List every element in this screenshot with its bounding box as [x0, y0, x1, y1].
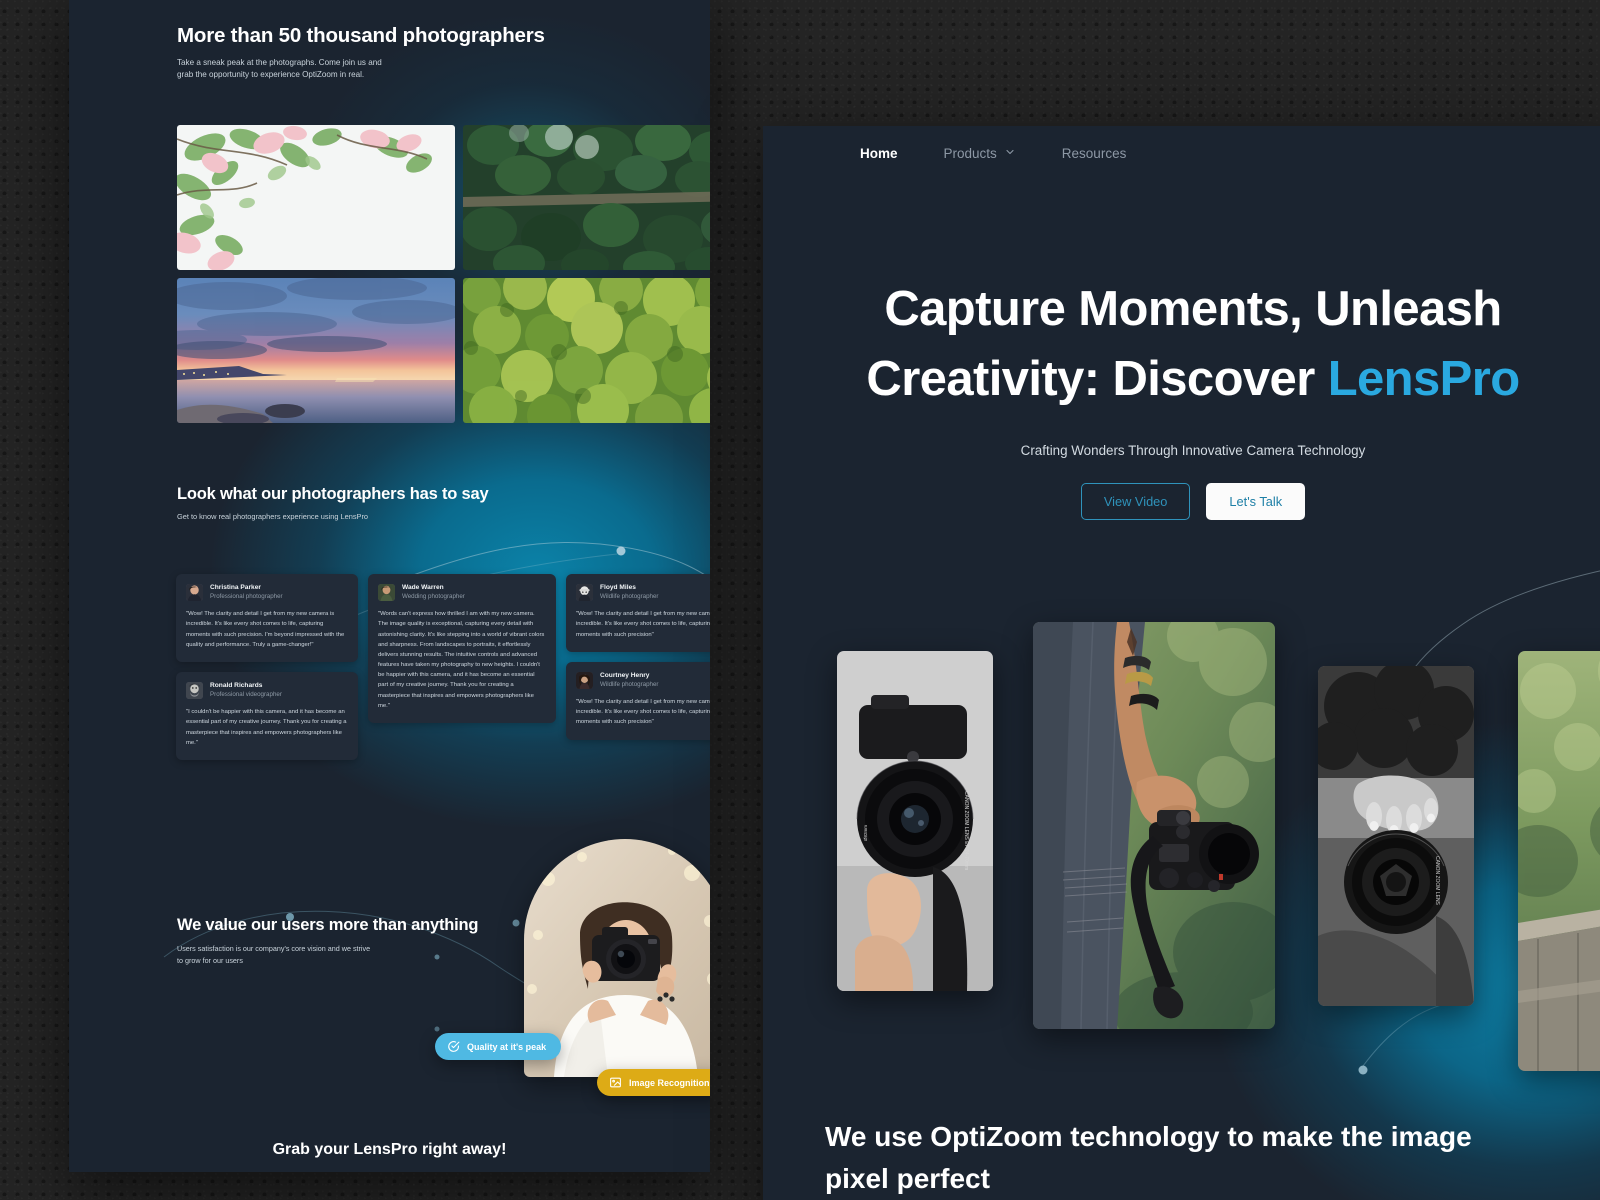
- testimonial-header: Christina Parker Professional photograph…: [186, 584, 348, 602]
- testimonial-column-3: Floyd Miles Wildlife photographer "Wow! …: [566, 574, 710, 740]
- users-heading: We value our users more than anything: [177, 916, 479, 934]
- photo-coastal-sunset-seascape[interactable]: [177, 278, 455, 423]
- testimonial-name: Courtney Henry: [600, 671, 650, 679]
- photo-grid: [177, 125, 710, 425]
- photo-dogwood-blossoms[interactable]: [177, 125, 455, 270]
- testimonial-header: Courtney Henry Wildlife photographer: [576, 672, 710, 689]
- photographers-subtext: Take a sneak peak at the photographs. Co…: [177, 57, 382, 80]
- left-screenshot-panel: More than 50 thousand photographers Take…: [69, 0, 710, 1172]
- testimonial-role: Wildlife photographer: [600, 593, 659, 601]
- svg-text:CANON ZOOM LENS EF 24-70mm: CANON ZOOM LENS EF 24-70mm: [963, 791, 969, 870]
- photo-camera-lens-front-held[interactable]: CANON ZOOM LENS EF 24-70mm Ø82mm: [837, 651, 993, 991]
- testimonials-subtext: Get to know real photographers experienc…: [177, 512, 369, 522]
- svg-text:CANON ZOOM LENS: CANON ZOOM LENS: [1434, 856, 1440, 906]
- photo-photographer-on-bridge[interactable]: [1518, 651, 1600, 1071]
- badge-image-recognition[interactable]: Image Recognition: [597, 1069, 710, 1096]
- hero-subtitle: Crafting Wonders Through Innovative Came…: [1020, 443, 1366, 459]
- testimonial-quote: "Words can't express how thrilled I am w…: [378, 611, 545, 709]
- testimonial-role: Wedding photographer: [402, 593, 465, 601]
- nav-label: Resources: [1061, 146, 1127, 161]
- svg-text:Ø82mm: Ø82mm: [863, 825, 868, 841]
- avatar: [378, 584, 395, 602]
- testimonial-name: Wade Warren: [402, 584, 444, 591]
- testimonial-role: Wildlife photographer: [600, 681, 659, 688]
- testimonial-card[interactable]: Christina Parker Professional photograph…: [176, 574, 358, 662]
- hero-title-accent: LensPro: [1327, 352, 1520, 407]
- chevron-down-icon: [1004, 146, 1016, 161]
- badge-label: Image Recognition: [629, 1077, 710, 1088]
- testimonial-header: Floyd Miles Wildlife photographer: [576, 584, 710, 602]
- lets-talk-button[interactable]: Let's Talk: [1206, 483, 1306, 521]
- hero-title-line2-plain: Creativity: Discover: [866, 352, 1328, 407]
- photo-bw-photographer-with-lens[interactable]: CANON ZOOM LENS: [1318, 666, 1474, 1006]
- testimonials-heading: Look what our photographers has to say: [177, 485, 489, 503]
- right-screenshot-panel: Home Products Resources Capture Moments,…: [763, 126, 1600, 1200]
- nav-item-home[interactable]: Home: [860, 146, 898, 161]
- users-subtext: Users satisfaction is our company's core…: [177, 944, 371, 965]
- testimonial-header: Wade Warren Wedding photographer: [378, 584, 546, 602]
- photo-hand-holding-camera-outdoors[interactable]: [1033, 622, 1275, 1029]
- hero-buttons: View Video Let's Talk: [763, 483, 1600, 521]
- testimonial-quote: "Wow! The clarity and detail I get from …: [576, 611, 710, 638]
- view-video-button[interactable]: View Video: [1080, 483, 1191, 521]
- nav-item-resources[interactable]: Resources: [1062, 146, 1127, 161]
- hero-title: Capture Moments, Unleash Creativity: Dis…: [763, 274, 1600, 414]
- section-testimonials: Look what our photographers has to say G…: [177, 485, 657, 523]
- testimonial-column-2: Wade Warren Wedding photographer "Words …: [368, 574, 556, 723]
- testimonial-name: Christina Parker: [210, 584, 261, 591]
- avatar: [576, 671, 593, 689]
- section-photographers: More than 50 thousand photographers Take…: [177, 24, 657, 82]
- bottom-heading: We use OptiZoom technology to make the i…: [825, 1121, 1472, 1194]
- testimonial-quote: "I couldn't be happier with this camera,…: [186, 709, 347, 746]
- testimonial-column-1: Christina Parker Professional photograph…: [176, 574, 358, 760]
- nav-label: Home: [860, 146, 898, 161]
- navbar: Home Products Resources: [860, 146, 1126, 161]
- photographers-heading: More than 50 thousand photographers: [177, 24, 545, 47]
- avatar: [186, 682, 203, 700]
- check-circle-icon: [447, 1040, 460, 1053]
- testimonial-role: Professional photographer: [210, 593, 283, 601]
- testimonial-quote: "Wow! The clarity and detail I get from …: [186, 611, 345, 648]
- testimonial-card[interactable]: Ronald Richards Professional videographe…: [176, 671, 358, 760]
- section-users: We value our users more than anything Us…: [177, 916, 517, 966]
- testimonial-quote: "Wow! The clarity and detail I get from …: [576, 699, 710, 726]
- nav-item-products[interactable]: Products: [944, 146, 1016, 161]
- photo-aerial-pine-forest-road[interactable]: [463, 125, 710, 270]
- image-icon: [609, 1076, 622, 1089]
- badge-label: Quality at it's peak: [467, 1041, 547, 1052]
- avatar: [576, 584, 593, 602]
- badge-quality-at-its-peak[interactable]: Quality at it's peak: [435, 1033, 562, 1060]
- testimonial-card[interactable]: Courtney Henry Wildlife photographer "Wo…: [566, 661, 710, 740]
- hero-title-line1: Capture Moments, Unleash: [884, 282, 1502, 336]
- testimonial-card[interactable]: Floyd Miles Wildlife photographer "Wow! …: [566, 574, 710, 652]
- testimonial-name: Floyd Miles: [600, 584, 636, 591]
- testimonial-role: Professional videographer: [210, 691, 282, 699]
- nav-label: Products: [943, 146, 997, 161]
- hero-section: Capture Moments, Unleash Creativity: Dis…: [763, 274, 1600, 521]
- photo-aerial-green-treetops[interactable]: [463, 278, 710, 423]
- testimonial-header: Ronald Richards Professional videographe…: [186, 681, 348, 700]
- testimonials-grid: Christina Parker Professional photograph…: [176, 574, 710, 774]
- testimonial-name: Ronald Richards: [210, 681, 263, 689]
- avatar: [186, 584, 203, 602]
- testimonial-card[interactable]: Wade Warren Wedding photographer "Words …: [368, 574, 556, 723]
- cta-heading: Grab your LensPro right away!: [272, 1141, 507, 1158]
